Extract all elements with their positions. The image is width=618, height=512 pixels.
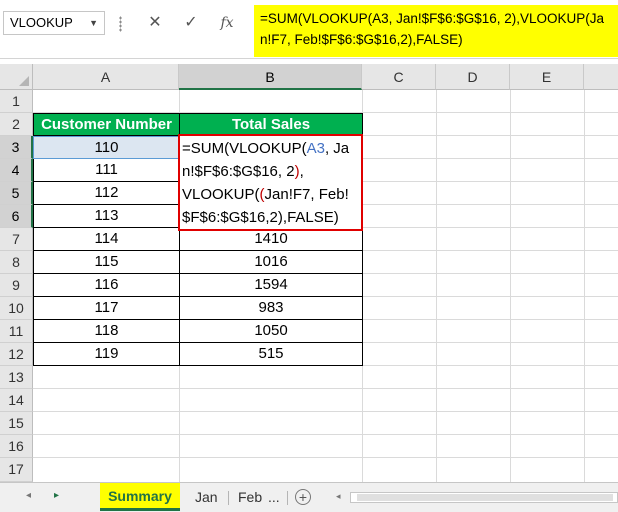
row-header-10[interactable]: 10 (0, 297, 33, 320)
cell-b11[interactable]: 1050 (179, 320, 363, 343)
add-sheet-icon[interactable]: + (295, 489, 311, 505)
column-header-c[interactable]: C (362, 64, 436, 90)
row-header-9[interactable]: 9 (0, 274, 33, 297)
row-header-17[interactable]: 17 (0, 458, 33, 482)
cancel-icon[interactable]: ✕ (144, 12, 166, 34)
toolbar-grip-icon[interactable] (119, 16, 122, 32)
cell-b9[interactable]: 1594 (179, 274, 363, 297)
horizontal-scrollbar[interactable] (350, 492, 618, 503)
name-box-value: VLOOKUP (10, 15, 73, 30)
cell-b7[interactable]: 1410 (179, 228, 363, 251)
column-header-f-partial[interactable] (584, 64, 618, 90)
column-header-d[interactable]: D (436, 64, 510, 90)
cell-b12[interactable]: 515 (179, 343, 363, 366)
cell-a4[interactable]: 111 (33, 159, 180, 182)
cell-a3[interactable]: 110 (33, 136, 180, 159)
formula-toolbar: VLOOKUP ▼ ✕ ✓ fx =SUM(VLOOKUP(A3, Jan!$F… (0, 0, 618, 59)
sheet-tab-bar: ◂ ▸ Summary Jan Feb ... + ◂ (0, 482, 618, 512)
gridline (436, 90, 437, 482)
row-header-11[interactable]: 11 (0, 320, 33, 343)
row-header-12[interactable]: 12 (0, 343, 33, 366)
tab-separator (287, 491, 288, 505)
row-header-16[interactable]: 16 (0, 435, 33, 458)
row-header-1[interactable]: 1 (0, 90, 33, 113)
gridline (33, 411, 618, 412)
row-header-5[interactable]: 5 (0, 182, 33, 205)
cell-b8[interactable]: 1016 (179, 251, 363, 274)
row-header-8[interactable]: 8 (0, 251, 33, 274)
sheet-tab-feb[interactable]: Feb (238, 483, 262, 511)
row-header-4[interactable]: 4 (0, 159, 33, 182)
sheet-tab-jan[interactable]: Jan (195, 483, 218, 511)
cell-a12[interactable]: 119 (33, 343, 180, 366)
gridline (584, 90, 585, 482)
formula-bar[interactable]: =SUM(VLOOKUP(A3, Jan!$F$6:$G$16, 2),VLOO… (254, 5, 618, 57)
insert-function-icon[interactable]: fx (216, 12, 238, 34)
enter-check-icon[interactable]: ✓ (180, 12, 202, 34)
gridline (510, 90, 511, 482)
row-header-15[interactable]: 15 (0, 412, 33, 435)
cell-b3-formula-editor[interactable]: =SUM(VLOOKUP(A3, Jan!$F$6:$G$16, 2), VLO… (178, 134, 363, 231)
cell-b10[interactable]: 983 (179, 297, 363, 320)
gridline (33, 457, 618, 458)
column-header-b[interactable]: B (179, 64, 362, 90)
name-box[interactable]: VLOOKUP ▼ (3, 11, 105, 35)
row-header-3[interactable]: 3 (0, 136, 33, 159)
row-header-14[interactable]: 14 (0, 389, 33, 412)
header-customer-number[interactable]: Customer Number (33, 113, 180, 136)
row-header-13[interactable]: 13 (0, 366, 33, 389)
sheet-tab-summary[interactable]: Summary (100, 483, 180, 511)
row-header-2[interactable]: 2 (0, 113, 33, 136)
cell-a5[interactable]: 112 (33, 182, 180, 205)
formula-ref-a3: A3 (306, 140, 325, 157)
scroll-tabs-left-icon[interactable]: ◂ (26, 490, 31, 501)
formula-text: =SUM(VLOOKUP( (182, 140, 307, 157)
tab-separator (228, 491, 229, 505)
cell-a8[interactable]: 115 (33, 251, 180, 274)
name-box-dropdown-icon[interactable]: ▼ (89, 12, 98, 34)
row-header-7[interactable]: 7 (0, 228, 33, 251)
cell-a9[interactable]: 116 (33, 274, 180, 297)
cell-a10[interactable]: 117 (33, 297, 180, 320)
formula-text: ),FALSE) (277, 209, 339, 226)
cell-a7[interactable]: 114 (33, 228, 180, 251)
cell-a6[interactable]: 113 (33, 205, 180, 228)
more-sheets-ellipsis[interactable]: ... (268, 483, 280, 511)
scroll-tabs-right-icon[interactable]: ▸ (54, 490, 59, 501)
hscroll-left-icon[interactable]: ◂ (336, 491, 341, 502)
select-all-corner[interactable] (0, 64, 33, 90)
select-all-triangle-icon (19, 76, 29, 86)
scrollbar-thumb[interactable] (357, 494, 613, 501)
column-header-a[interactable]: A (33, 64, 179, 90)
gridline (33, 388, 618, 389)
cell-a11[interactable]: 118 (33, 320, 180, 343)
header-total-sales[interactable]: Total Sales (179, 113, 363, 136)
column-header-e[interactable]: E (510, 64, 584, 90)
gridline (33, 434, 618, 435)
row-header-6[interactable]: 6 (0, 205, 33, 228)
